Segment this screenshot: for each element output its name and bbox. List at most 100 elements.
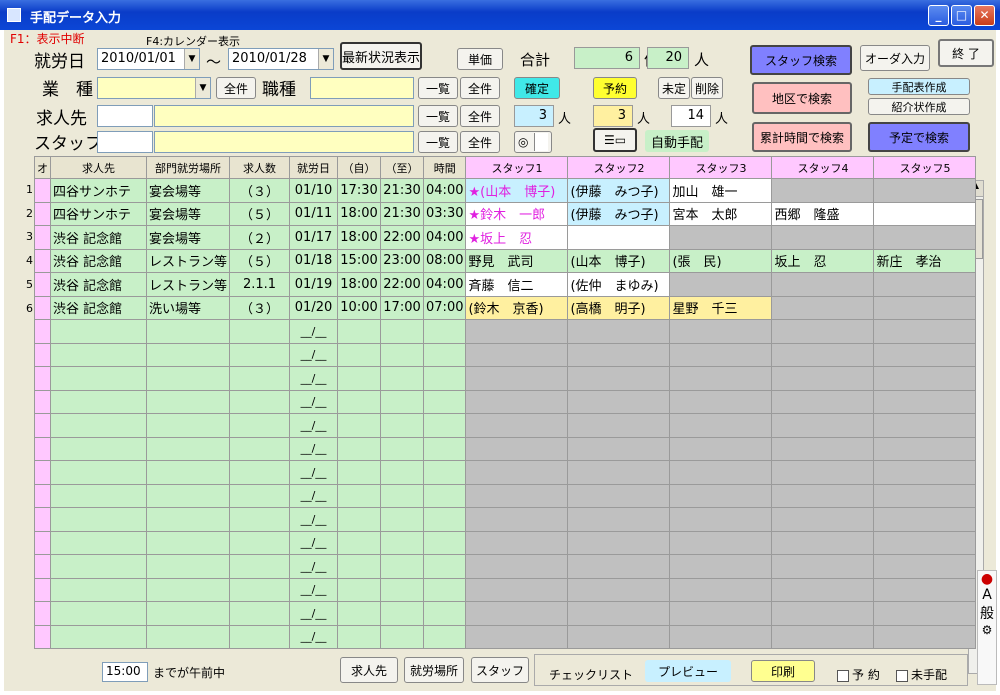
cell-to[interactable]	[380, 460, 425, 485]
cell-num[interactable]: （２）	[229, 225, 291, 250]
table-row[interactable]: __/__	[34, 601, 977, 626]
cell-from[interactable]	[337, 554, 382, 579]
cell-staff5[interactable]	[873, 342, 977, 367]
card-icon[interactable]: ☰▭	[593, 128, 637, 152]
chevron-down-icon[interactable]: ▼	[184, 49, 199, 69]
cell-client[interactable]: 渋谷 記念館	[50, 295, 147, 320]
cell-hours[interactable]	[423, 342, 467, 367]
cell-to[interactable]	[380, 507, 425, 532]
cell-date[interactable]: __/__	[289, 577, 339, 602]
date-from-combo[interactable]: 2010/01/01 ▼	[97, 48, 200, 70]
tehai-create-button[interactable]: 手配表作成	[868, 78, 970, 95]
row-selector[interactable]	[34, 577, 51, 602]
cell-client[interactable]: 渋谷 記念館	[50, 272, 147, 297]
cell-staff2[interactable]: (伊藤 みつ子)	[567, 178, 671, 203]
cell-from[interactable]	[337, 413, 382, 438]
shokushu-all-button[interactable]: 全件	[460, 77, 500, 99]
cell-place[interactable]	[145, 577, 231, 602]
cell-date[interactable]: __/__	[289, 601, 339, 626]
footer-staff-button[interactable]: スタッフ	[471, 657, 529, 683]
cell-staff3[interactable]	[669, 483, 773, 508]
latest-status-button[interactable]: 最新状況表示	[340, 42, 422, 70]
cell-staff4[interactable]: 西郷 隆盛	[771, 201, 875, 226]
reserve-button[interactable]: 予約	[593, 77, 637, 99]
cell-from[interactable]: 15:00	[337, 248, 382, 273]
cell-staff4[interactable]	[771, 460, 875, 485]
footer-basho-button[interactable]: 就労場所	[404, 657, 464, 683]
cell-from[interactable]: 10:00	[337, 295, 382, 320]
cell-num[interactable]: （５）	[229, 201, 291, 226]
cell-staff5[interactable]	[873, 601, 977, 626]
row-selector[interactable]	[34, 389, 51, 414]
cell-staff4[interactable]	[771, 483, 875, 508]
cell-date[interactable]: __/__	[289, 366, 339, 391]
cell-staff3[interactable]	[669, 601, 773, 626]
cell-place[interactable]	[145, 342, 231, 367]
area-search-button[interactable]: 地区で検索	[752, 82, 852, 114]
cell-date[interactable]: __/__	[289, 436, 339, 461]
table-row[interactable]: __/__	[34, 413, 977, 438]
cell-date[interactable]: __/__	[289, 319, 339, 344]
table-row[interactable]: 渋谷 記念館 レストラン等 2.1.1 01/19 18:00 22:00 04:00 斉藤 …	[34, 272, 977, 297]
cell-staff3[interactable]	[669, 366, 773, 391]
cell-client[interactable]	[50, 601, 147, 626]
cell-to[interactable]: 21:30	[380, 201, 425, 226]
gyoshu-all-button[interactable]: 全件	[216, 77, 256, 99]
cell-staff4[interactable]	[771, 178, 875, 203]
cell-staff2[interactable]	[567, 507, 671, 532]
cell-staff1[interactable]: 野見 武司	[465, 248, 569, 273]
cell-staff1[interactable]	[465, 483, 569, 508]
cell-from[interactable]: 18:00	[337, 201, 382, 226]
cell-to[interactable]: 22:00	[380, 272, 425, 297]
cell-place[interactable]: 宴会場等	[145, 225, 231, 250]
cell-staff5[interactable]	[873, 389, 977, 414]
cell-num[interactable]	[229, 436, 291, 461]
cell-staff2[interactable]	[567, 460, 671, 485]
cell-staff1[interactable]	[465, 601, 569, 626]
cell-date[interactable]: __/__	[289, 507, 339, 532]
row-selector[interactable]	[34, 507, 51, 532]
cell-staff1[interactable]: 斉藤 信二	[465, 272, 569, 297]
shokai-create-button[interactable]: 紹介状作成	[868, 98, 970, 115]
cell-hours[interactable]	[423, 460, 467, 485]
cell-staff4[interactable]	[771, 436, 875, 461]
cell-staff3[interactable]: 宮本 太郎	[669, 201, 773, 226]
cell-date[interactable]: 01/20	[289, 295, 339, 320]
cell-place[interactable]	[145, 436, 231, 461]
footer-kyujin-button[interactable]: 求人先	[340, 657, 398, 683]
noon-time-field[interactable]: 15:00	[102, 662, 148, 682]
cell-client[interactable]	[50, 460, 147, 485]
cell-num[interactable]	[229, 601, 291, 626]
cell-to[interactable]	[380, 624, 425, 649]
cell-place[interactable]: 宴会場等	[145, 201, 231, 226]
cell-staff3[interactable]: (張 民)	[669, 248, 773, 273]
toggle-button[interactable]: ◎	[514, 131, 552, 153]
cell-from[interactable]: 18:00	[337, 272, 382, 297]
kyujin-code-field[interactable]	[97, 105, 153, 127]
auto-assign-button[interactable]: 自動手配	[645, 130, 709, 152]
cell-client[interactable]	[50, 624, 147, 649]
cell-staff5[interactable]	[873, 413, 977, 438]
preview-button[interactable]: プレビュー	[645, 660, 731, 682]
cell-num[interactable]	[229, 530, 291, 555]
cell-staff1[interactable]	[465, 577, 569, 602]
cell-staff5[interactable]	[873, 201, 977, 226]
cell-place[interactable]	[145, 483, 231, 508]
undecided-button[interactable]: 未定	[658, 77, 690, 99]
cell-num[interactable]: （３）	[229, 178, 291, 203]
cell-hours[interactable]: 03:30	[423, 201, 467, 226]
cell-staff5[interactable]	[873, 319, 977, 344]
cell-staff1[interactable]	[465, 342, 569, 367]
cell-staff3[interactable]	[669, 413, 773, 438]
row-selector[interactable]	[34, 178, 51, 203]
cell-staff5[interactable]: 新庄 孝治	[873, 248, 977, 273]
shokushu-field[interactable]	[310, 77, 414, 99]
cell-staff1[interactable]: ★坂上 忍	[465, 225, 569, 250]
cell-num[interactable]	[229, 389, 291, 414]
cell-staff2[interactable]	[567, 530, 671, 555]
cell-num[interactable]	[229, 366, 291, 391]
staff-all-button[interactable]: 全件	[460, 131, 500, 153]
cell-from[interactable]: 18:00	[337, 225, 382, 250]
cell-client[interactable]	[50, 483, 147, 508]
table-row[interactable]: __/__	[34, 507, 977, 532]
